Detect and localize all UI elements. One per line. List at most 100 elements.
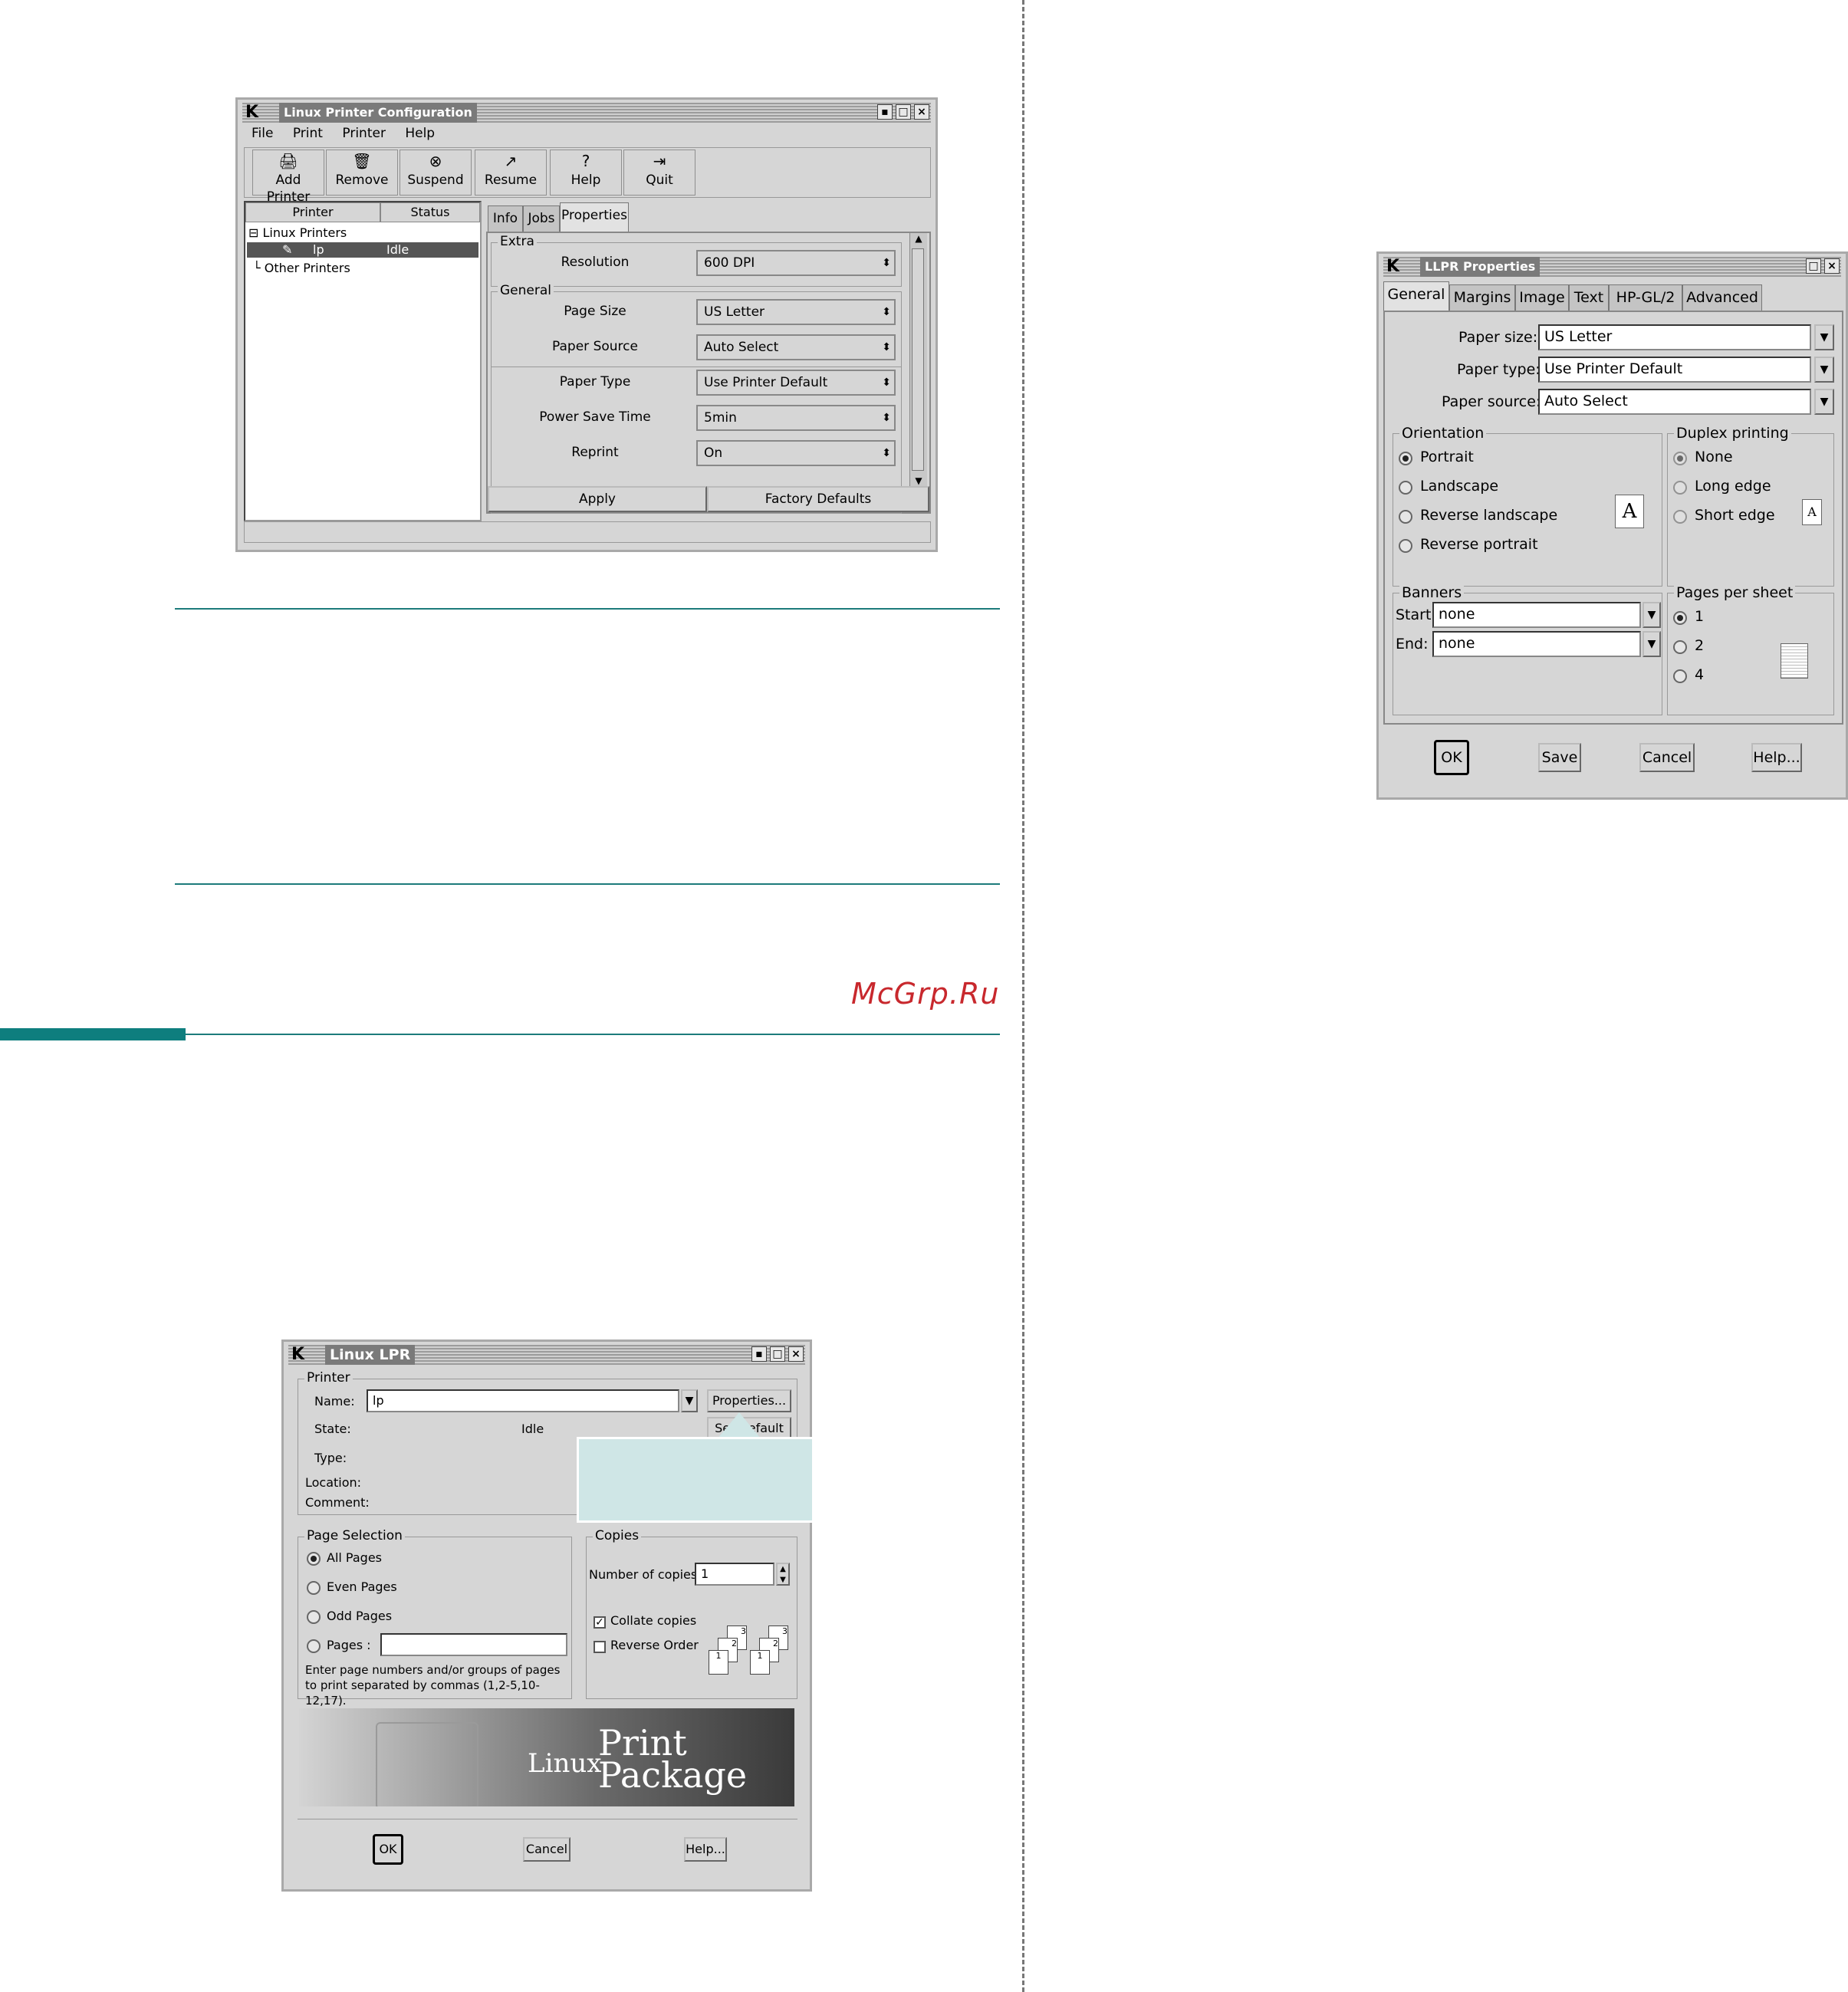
- end-field[interactable]: none: [1432, 631, 1641, 657]
- reverse-portrait-label: Reverse portrait: [1420, 536, 1538, 553]
- pps-2-radio[interactable]: [1673, 640, 1687, 654]
- close-button[interactable]: ×: [1824, 258, 1840, 274]
- save-button[interactable]: Save: [1538, 743, 1581, 772]
- vertical-scrollbar[interactable]: ▲ ▼: [909, 233, 927, 486]
- long-edge-radio[interactable]: [1673, 481, 1687, 495]
- paper-source-field[interactable]: Auto Select: [1538, 389, 1811, 415]
- pps-4-radio[interactable]: [1673, 669, 1687, 683]
- reverse-portrait-radio[interactable]: [1399, 539, 1412, 553]
- start-field[interactable]: none: [1432, 602, 1641, 628]
- col-header-printer[interactable]: Printer: [245, 202, 380, 222]
- help-button[interactable]: ? Help: [550, 150, 622, 196]
- duplex-none-radio[interactable]: [1673, 452, 1687, 465]
- add-printer-button[interactable]: 🖨 Add Printer: [252, 150, 324, 205]
- close-button[interactable]: ×: [788, 1346, 804, 1362]
- pages-range-label: Pages :: [327, 1638, 371, 1652]
- tab-text[interactable]: Text: [1569, 284, 1609, 311]
- help-button[interactable]: Help...: [1751, 743, 1802, 772]
- tree-other-printers[interactable]: └ Other Printers: [253, 261, 350, 275]
- reverse-landscape-label: Reverse landscape: [1420, 507, 1558, 524]
- paper-type-dropdown[interactable]: ▼: [1814, 357, 1834, 383]
- landscape-radio[interactable]: [1399, 481, 1412, 495]
- paper-type-field[interactable]: Use Printer Default: [1538, 357, 1811, 383]
- col-header-status[interactable]: Status: [380, 202, 480, 222]
- all-pages-radio[interactable]: [307, 1552, 321, 1566]
- tab-jobs[interactable]: Jobs: [523, 205, 560, 232]
- type-label: Type:: [314, 1451, 347, 1465]
- num-copies-label: Number of copies:: [589, 1567, 702, 1582]
- scroll-down-icon[interactable]: ▼: [910, 475, 927, 486]
- cancel-button[interactable]: Cancel: [523, 1837, 571, 1862]
- collate-checkbox[interactable]: ✓: [594, 1616, 606, 1629]
- power-save-select[interactable]: 5min ⬍: [696, 405, 896, 431]
- resolution-select[interactable]: 600 DPI ⬍: [696, 250, 896, 276]
- suspend-button[interactable]: ⊗ Suspend: [400, 150, 472, 196]
- location-label: Location:: [305, 1475, 362, 1490]
- tab-properties[interactable]: Properties: [560, 202, 629, 232]
- properties-button[interactable]: Properties...: [707, 1389, 791, 1412]
- reprint-select[interactable]: On ⬍: [696, 440, 896, 466]
- tab-info[interactable]: Info: [488, 205, 523, 232]
- paper-size-field[interactable]: US Letter: [1538, 324, 1811, 350]
- remove-button[interactable]: 🗑 Remove: [326, 150, 398, 196]
- reverse-landscape-radio[interactable]: [1399, 510, 1412, 524]
- end-label: End:: [1396, 636, 1429, 652]
- general-panel: Paper size: US Letter ▼ Paper type: Use …: [1383, 311, 1843, 725]
- apply-button[interactable]: Apply: [488, 486, 707, 512]
- pages-range-field[interactable]: [380, 1633, 567, 1656]
- pages-range-radio[interactable]: [307, 1639, 321, 1653]
- close-button[interactable]: ×: [914, 104, 929, 120]
- help-button[interactable]: Help...: [684, 1837, 727, 1862]
- reverse-order-checkbox[interactable]: [594, 1641, 606, 1653]
- minimize-button[interactable]: ▪: [751, 1346, 767, 1362]
- maximize-button[interactable]: □: [896, 104, 911, 120]
- copies-spinner[interactable]: ▲ ▼: [776, 1563, 790, 1586]
- ok-button[interactable]: OK: [373, 1834, 403, 1865]
- collate-preview-icon: 3 2 1 3 2 1: [709, 1625, 793, 1679]
- pps-1-radio[interactable]: [1673, 611, 1687, 625]
- tab-hpgl2[interactable]: HP-GL/2: [1609, 284, 1682, 311]
- paper-type-select[interactable]: Use Printer Default ⬍: [696, 370, 896, 396]
- cancel-button[interactable]: Cancel: [1639, 743, 1695, 772]
- page-size-select[interactable]: US Letter ⬍: [696, 299, 896, 325]
- num-copies-field[interactable]: 1: [695, 1563, 774, 1586]
- printer-name-field[interactable]: lp: [367, 1389, 679, 1412]
- duplex-none-label: None: [1695, 449, 1733, 465]
- tree-linux-printers[interactable]: ⊟ Linux Printers: [248, 225, 347, 240]
- even-pages-label: Even Pages: [327, 1579, 397, 1594]
- quit-button[interactable]: ⇥ Quit: [623, 150, 695, 196]
- maximize-button[interactable]: □: [1806, 258, 1821, 274]
- tab-image[interactable]: Image: [1515, 284, 1569, 311]
- menu-file[interactable]: File: [252, 126, 273, 141]
- ok-button[interactable]: OK: [1434, 740, 1469, 775]
- maximize-button[interactable]: □: [770, 1346, 785, 1362]
- minimize-button[interactable]: ▪: [877, 104, 893, 120]
- portrait-radio[interactable]: [1399, 452, 1412, 465]
- tree-item-lp[interactable]: ✎ lp Idle: [247, 242, 478, 258]
- even-pages-radio[interactable]: [307, 1581, 321, 1595]
- start-dropdown[interactable]: ▼: [1642, 602, 1661, 628]
- printer-illustration-icon: [376, 1722, 478, 1806]
- short-edge-radio[interactable]: [1673, 510, 1687, 524]
- resume-button[interactable]: ↗ Resume: [475, 150, 547, 196]
- paper-size-dropdown[interactable]: ▼: [1814, 324, 1834, 350]
- paper-source-select[interactable]: Auto Select ⬍: [696, 334, 896, 360]
- portrait-label: Portrait: [1420, 449, 1474, 465]
- updown-icon: ⬍: [882, 306, 891, 318]
- all-pages-label: All Pages: [327, 1550, 382, 1565]
- tab-general[interactable]: General: [1383, 281, 1449, 311]
- factory-defaults-button[interactable]: Factory Defaults: [707, 486, 929, 512]
- paper-source-dropdown[interactable]: ▼: [1814, 389, 1834, 415]
- menu-print[interactable]: Print: [293, 126, 323, 141]
- odd-pages-radio[interactable]: [307, 1610, 321, 1624]
- menu-help[interactable]: Help: [405, 126, 435, 141]
- printer-list: Printer Status ⊟ Linux Printers ✎ lp Idl…: [244, 201, 482, 521]
- menu-printer[interactable]: Printer: [342, 126, 386, 141]
- scroll-thumb[interactable]: [912, 248, 924, 471]
- scroll-up-icon[interactable]: ▲: [910, 233, 927, 244]
- printer-name-dropdown[interactable]: ▼: [681, 1389, 698, 1412]
- tab-advanced[interactable]: Advanced: [1682, 284, 1762, 311]
- printer-config-window: K Linux Printer Configuration ▪ □ × File…: [235, 97, 938, 552]
- tab-margins[interactable]: Margins: [1449, 284, 1515, 311]
- end-dropdown[interactable]: ▼: [1642, 631, 1661, 657]
